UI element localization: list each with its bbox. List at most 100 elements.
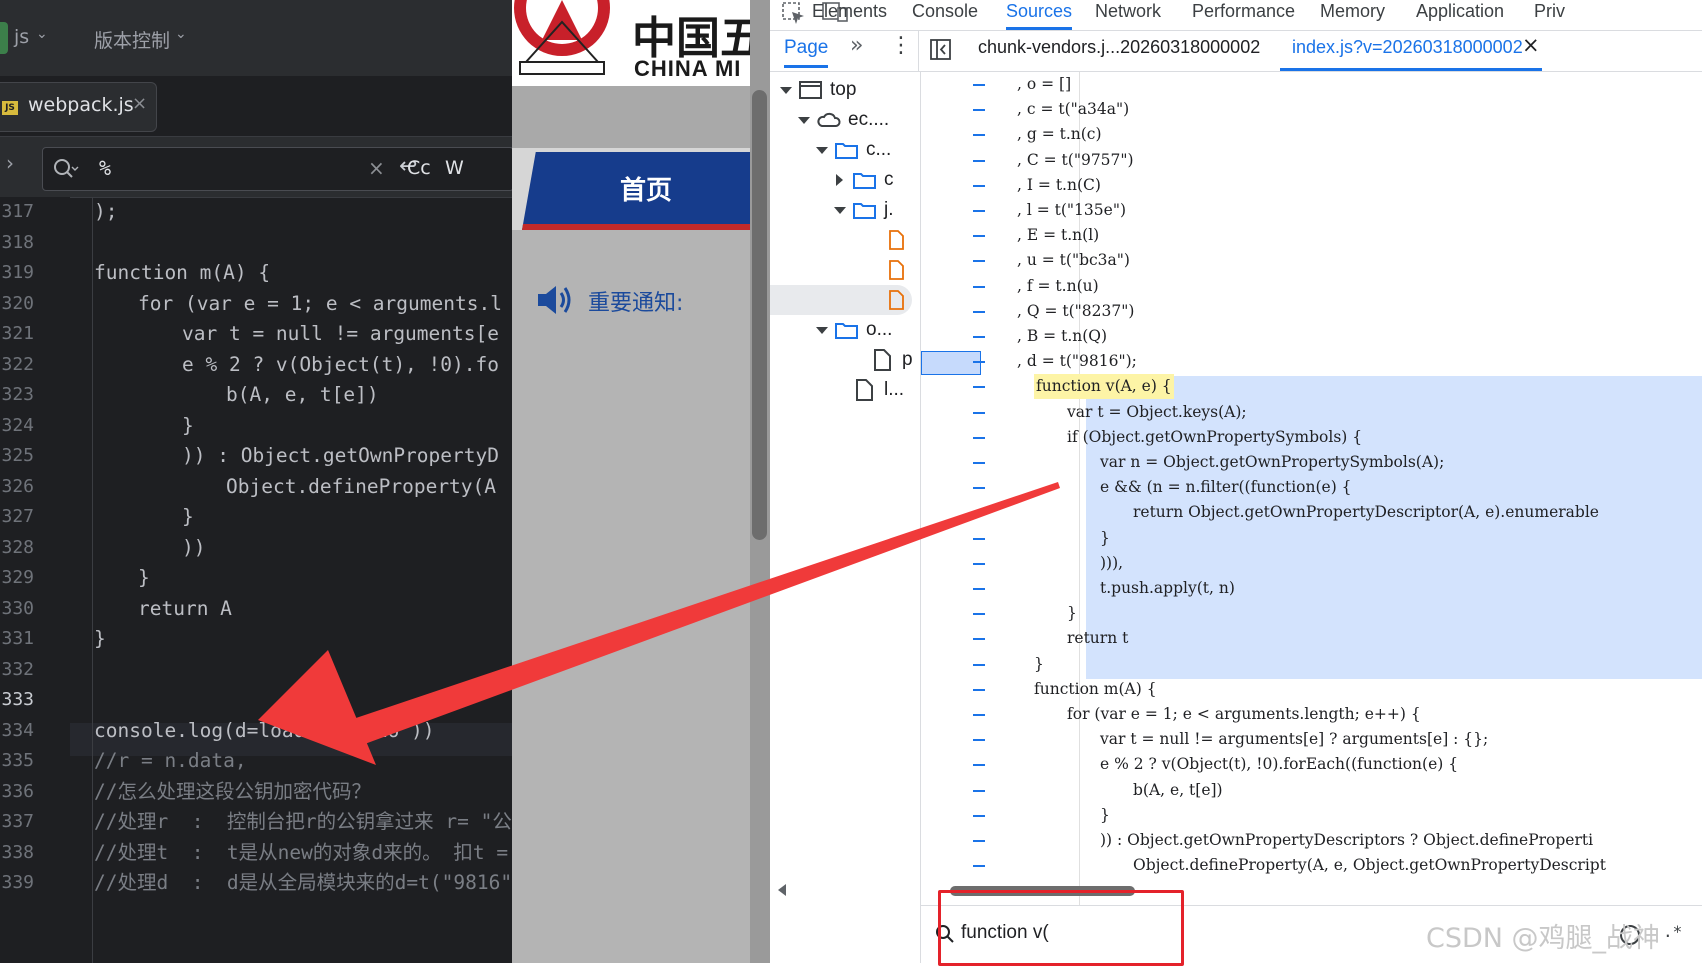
line-gutter-mark [973, 487, 985, 490]
line-gutter-mark [973, 865, 985, 868]
code-line: //处理t : t是从new的对象d来的。 扣t = [94, 840, 509, 864]
tree-item[interactable]: c... [866, 135, 891, 165]
expand-triangle-icon[interactable] [780, 87, 792, 94]
line-number: 328 [1, 536, 34, 558]
project-badge [0, 22, 8, 54]
line-gutter-mark [973, 361, 985, 364]
collapse-triangle-icon[interactable] [836, 174, 843, 186]
expand-triangle-icon[interactable] [834, 207, 846, 214]
line-gutter-mark [973, 436, 985, 439]
tab-performance[interactable]: Performance [1192, 0, 1295, 30]
script-file-icon [889, 230, 904, 250]
devtools-panel: Elements Console Sources Network Performance… [770, 0, 1702, 963]
tree-item[interactable]: l... [884, 375, 904, 405]
tree-item[interactable]: top [830, 75, 856, 105]
line-gutter-mark [973, 84, 985, 86]
branch-menu[interactable]: js [14, 26, 29, 48]
editor-tabbar: JS webpack.js × [0, 76, 512, 137]
source-line: e % 2 ? v(Object(t), !0).forEach((functi… [1100, 755, 1459, 774]
line-gutter-mark [973, 588, 985, 590]
tab-elements[interactable]: Elements [812, 0, 887, 30]
source-line: , c = t("a34a") [1017, 100, 1130, 119]
indent-guide [92, 197, 93, 963]
line-gutter-mark [973, 411, 985, 414]
line-number: 330 [1, 597, 34, 619]
folder-icon [835, 143, 858, 159]
line-number: 322 [1, 353, 34, 375]
source-line: , d = t("9816"); [1017, 352, 1137, 371]
line-number: 323 [1, 384, 34, 405]
line-gutter-mark [973, 688, 985, 691]
breakpoint-marker[interactable] [921, 351, 981, 376]
chevron-right-icon[interactable]: › [6, 151, 14, 175]
content-area [512, 262, 757, 963]
line-gutter-mark [973, 210, 985, 212]
file-tab-index-active[interactable]: index.js?v=20260318000002 × [1280, 31, 1542, 71]
watermark: CSDN @鸡腿_战神 [1426, 923, 1661, 954]
source-line: )) : Object.getOwnPropertyDescriptors ? … [1100, 831, 1594, 849]
close-icon[interactable]: × [132, 93, 147, 114]
tab-memory[interactable]: Memory [1320, 0, 1385, 30]
expand-triangle-icon[interactable] [816, 147, 828, 154]
tab-priv[interactable]: Priv [1534, 0, 1565, 30]
tree-item[interactable]: c [884, 165, 894, 195]
annotation-box [938, 890, 1184, 966]
sources-subbar: Page » ⋮ chunk-vendors.j...2026031800000… [770, 31, 1702, 72]
scrollbar-thumb[interactable] [752, 90, 767, 540]
toggle-navigator-icon[interactable] [930, 39, 952, 61]
find-input[interactable]: % × ↩ Cc W [42, 147, 512, 191]
tree-item[interactable]: p [902, 345, 913, 375]
source-editor[interactable]: , o = [] , c = t("a34a") , g = t.n(c) , C =… [921, 72, 1702, 963]
tab-network[interactable]: Network [1095, 0, 1161, 30]
source-line: , f = t.n(u) [1017, 276, 1099, 295]
line-gutter-mark [973, 789, 985, 792]
source-line: , l = t("135e") [1017, 201, 1126, 219]
source-line: , o = [] [1017, 75, 1072, 93]
line-number: 318 [1, 231, 34, 253]
line-gutter-mark [973, 562, 985, 565]
clear-icon[interactable]: × [368, 156, 385, 180]
line-gutter-mark [973, 310, 985, 313]
whole-word-toggle[interactable]: W [445, 157, 464, 179]
site-logo [514, 0, 610, 75]
expand-triangle-icon[interactable] [798, 117, 810, 124]
find-query: % [99, 156, 112, 180]
tab-application[interactable]: Application [1416, 0, 1504, 30]
line-number: 317 [1, 201, 34, 222]
more-tabs-icon[interactable]: » [850, 33, 863, 58]
find-bar: › % × ↩ Cc W [0, 137, 512, 198]
tree-item[interactable]: o... [866, 315, 892, 345]
line-gutter-mark [973, 714, 985, 716]
line-gutter-mark [973, 109, 985, 112]
file-tab-webpack[interactable]: JS webpack.js × [0, 82, 157, 132]
source-line: e && (n = n.filter((function(e) { [1100, 478, 1352, 497]
nav-home-label[interactable]: 首页 [620, 170, 672, 207]
tree-item[interactable]: j. [884, 195, 894, 225]
tree-item[interactable]: ec.... [848, 105, 889, 135]
line-gutter-mark [973, 134, 985, 137]
inspect-icon[interactable] [782, 2, 806, 24]
expand-triangle-icon[interactable] [816, 327, 828, 334]
tab-console[interactable]: Console [912, 0, 978, 30]
file-tab-chunk-vendors[interactable]: chunk-vendors.j...20260318000002 [978, 37, 1260, 58]
source-line: , I = t.n(C) [1017, 175, 1101, 194]
tab-sources[interactable]: Sources [1006, 0, 1073, 30]
source-line: } [1100, 805, 1110, 824]
scroll-left-icon[interactable] [778, 884, 786, 896]
kebab-menu-icon[interactable]: ⋮ [890, 33, 912, 58]
close-icon[interactable]: × [1522, 33, 1540, 57]
code-line: //处理d : d是从全局模块来的d=t("9816" [94, 871, 512, 894]
match-case-toggle[interactable]: Cc [407, 157, 431, 179]
code-editor[interactable]: ); function m(A) {for (var e = 1; e < arg… [94, 197, 512, 963]
tab-page[interactable]: Page [784, 37, 829, 68]
js-file-icon: JS [2, 101, 18, 115]
regex-toggle[interactable]: .* [1663, 922, 1682, 941]
vcs-menu[interactable]: 版本控制 [94, 26, 170, 53]
code-line: //怎么处理这段公钥加密代码？ [94, 779, 371, 803]
source-line: function v(A, e) { [1034, 374, 1174, 400]
source-line: for (var e = 1; e < arguments.length; e+… [1067, 705, 1421, 723]
line-gutter-mark [973, 814, 985, 817]
line-gutter-mark [973, 159, 985, 162]
banner [512, 86, 770, 148]
line-number: 332 [1, 658, 34, 680]
